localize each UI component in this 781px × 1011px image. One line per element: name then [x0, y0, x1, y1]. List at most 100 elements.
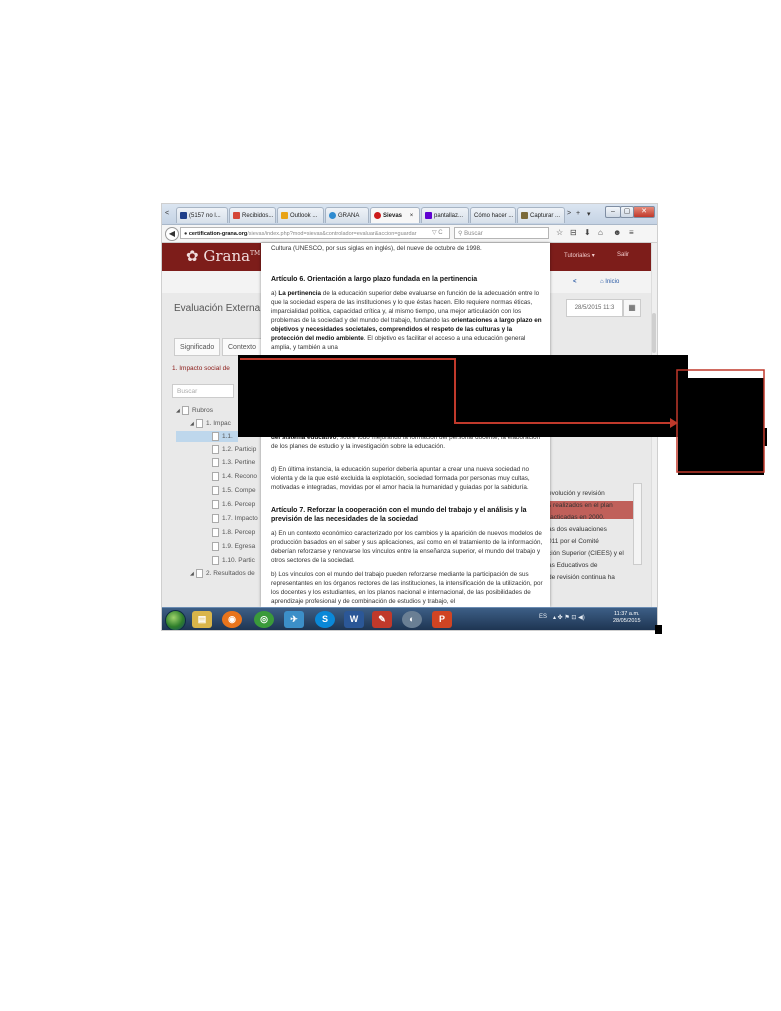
browser-tab-active[interactable]: Sievas ×: [370, 207, 420, 223]
bird-icon[interactable]: ✈: [284, 611, 304, 628]
logout-link[interactable]: Salir: [617, 252, 629, 258]
tree-label: 2. Resultados de: [206, 570, 255, 577]
tree-item[interactable]: ◢ 2. Resultados de: [190, 568, 255, 579]
tab-label: GRANA: [338, 213, 360, 219]
firefox-icon[interactable]: ◉: [222, 611, 242, 628]
grana-icon: [329, 211, 336, 219]
tutorials-menu[interactable]: Tutoriales ▾: [564, 252, 595, 259]
home-button[interactable]: ⌂ Inicio: [600, 276, 619, 288]
tree-item[interactable]: 1.6. Percep: [212, 499, 255, 510]
tree-item[interactable]: 1.5. Compe: [212, 485, 256, 496]
tree-label: Rubros: [192, 407, 213, 414]
file-icon: [212, 431, 219, 441]
start-button[interactable]: [165, 610, 186, 630]
media-icon[interactable]: ◐: [402, 611, 422, 628]
file-icon: [212, 513, 219, 523]
tab-label: pantallaz...: [434, 213, 464, 219]
home-icon: ⌂: [600, 279, 604, 285]
file-icon: [196, 568, 203, 578]
browser-tab[interactable]: Cómo hacer ...: [470, 207, 516, 223]
leaf-icon: ✿: [186, 247, 204, 265]
logo-trademark: TM: [250, 250, 261, 257]
opera-icon: [374, 211, 381, 219]
minimize-button[interactable]: ‒: [605, 206, 621, 218]
browser-nav-bar: ◀ ● certification-grana.org/sievas/index…: [162, 225, 657, 243]
new-tab-button[interactable]: +: [576, 210, 580, 217]
tree-item[interactable]: 1.10. Partic: [212, 555, 255, 566]
detail-text-line: evolución y revisión: [548, 490, 605, 497]
tree-item[interactable]: 1.4. Recono: [212, 471, 257, 482]
system-tray-icons[interactable]: ▴ ✤ ⚑ ⊡ ◀): [553, 614, 585, 621]
redaction-block: [764, 428, 767, 446]
reading-list-icon[interactable]: ⊟: [570, 228, 577, 238]
bookmark-star-icon[interactable]: ☆: [556, 228, 563, 238]
page-scrollbar-thumb[interactable]: [652, 313, 656, 353]
chrome-icon[interactable]: ◎: [254, 611, 274, 628]
browser-tab[interactable]: Outlook ...: [277, 207, 324, 223]
tree-search-input[interactable]: Buscar: [172, 384, 234, 398]
browser-tab[interactable]: pantallaz...: [421, 207, 469, 223]
tree-item[interactable]: 1.3. Pertine: [212, 457, 255, 468]
tab-scroll-left-button[interactable]: <: [165, 210, 169, 217]
profile-icon[interactable]: ☻: [613, 228, 621, 238]
detail-text-line: 011 por el Comité: [548, 538, 599, 545]
powerpoint-icon[interactable]: P: [432, 611, 452, 628]
tree-item[interactable]: ◢ 1. Impac: [190, 418, 231, 429]
menu-icon[interactable]: ≡: [629, 228, 634, 238]
language-indicator[interactable]: ES: [539, 614, 547, 620]
close-window-button[interactable]: ✕: [633, 206, 655, 218]
folder-icon: [182, 405, 189, 415]
tree-item[interactable]: 1.2. Particip: [212, 444, 256, 455]
back-button[interactable]: ◀: [165, 227, 179, 241]
search-input[interactable]: ⚲ Buscar: [454, 227, 549, 239]
maximize-button[interactable]: ▢: [620, 206, 634, 218]
tab-label: Cómo hacer ...: [474, 213, 514, 219]
tree-item-selected[interactable]: 1.1.: [176, 431, 238, 442]
tab-contexto[interactable]: Contexto: [222, 338, 263, 356]
grana-logo[interactable]: ✿ GranaTM: [186, 247, 260, 265]
tab-significado[interactable]: Significado: [174, 338, 221, 356]
file-icon: [212, 541, 219, 551]
capture-icon: [521, 211, 528, 219]
date-field[interactable]: 28/5/2015 11:3: [566, 299, 623, 317]
file-icon: [212, 555, 219, 565]
back-button[interactable]: <: [573, 276, 577, 288]
tree-label: 1.5. Compe: [222, 487, 256, 494]
url-controls[interactable]: ▽ C: [432, 227, 443, 239]
browser-tab[interactable]: Recibidos...: [229, 207, 276, 223]
skype-icon[interactable]: S: [315, 611, 335, 628]
home-icon[interactable]: ⌂: [598, 228, 603, 238]
close-tab-icon[interactable]: ×: [410, 213, 414, 219]
doc-bold-text: La pertinencia: [278, 290, 322, 297]
url-bar[interactable]: ● certification-grana.org/sievas/index.p…: [180, 227, 450, 239]
tree-item[interactable]: 1.7. Impacto: [212, 513, 258, 524]
file-icon: [212, 471, 219, 481]
tree-item[interactable]: 1.9. Egresa: [212, 541, 255, 552]
detail-text-line: s realizados en el plan: [548, 502, 613, 509]
tab-scroll-right-button[interactable]: >: [567, 210, 571, 217]
tab-list-button[interactable]: ▾: [587, 210, 591, 218]
calendar-icon[interactable]: ▦: [623, 299, 641, 317]
file-icon: [196, 418, 203, 428]
file-icon: [212, 499, 219, 509]
tab-label: Outlook ...: [290, 213, 318, 219]
tree-label: 1. Impac: [206, 420, 231, 427]
explorer-icon[interactable]: ▤: [192, 611, 212, 628]
detail-text-line: as dos evaluaciones: [548, 526, 607, 533]
tree-item[interactable]: ◢ Rubros: [176, 405, 213, 416]
word-icon[interactable]: W: [344, 611, 364, 628]
taskbar-clock[interactable]: 11:37 a.m. 28/05/2015: [613, 611, 641, 625]
pdf-icon[interactable]: ✎: [372, 611, 392, 628]
redaction-block: [238, 355, 688, 437]
tree-label: 1.6. Percep: [222, 501, 256, 508]
file-icon: [212, 444, 219, 454]
browser-tab[interactable]: Capturar ...: [517, 207, 565, 223]
redaction-block: [655, 625, 662, 634]
download-icon[interactable]: ⬇: [584, 228, 591, 238]
home-label: Inicio: [605, 279, 620, 285]
browser-tab[interactable]: (5157 no l...: [176, 207, 228, 223]
tree-item[interactable]: 1.8. Percep: [212, 527, 255, 538]
detail-scrollbar[interactable]: [633, 483, 642, 565]
file-icon: [212, 485, 219, 495]
browser-tab[interactable]: GRANA: [325, 207, 369, 223]
